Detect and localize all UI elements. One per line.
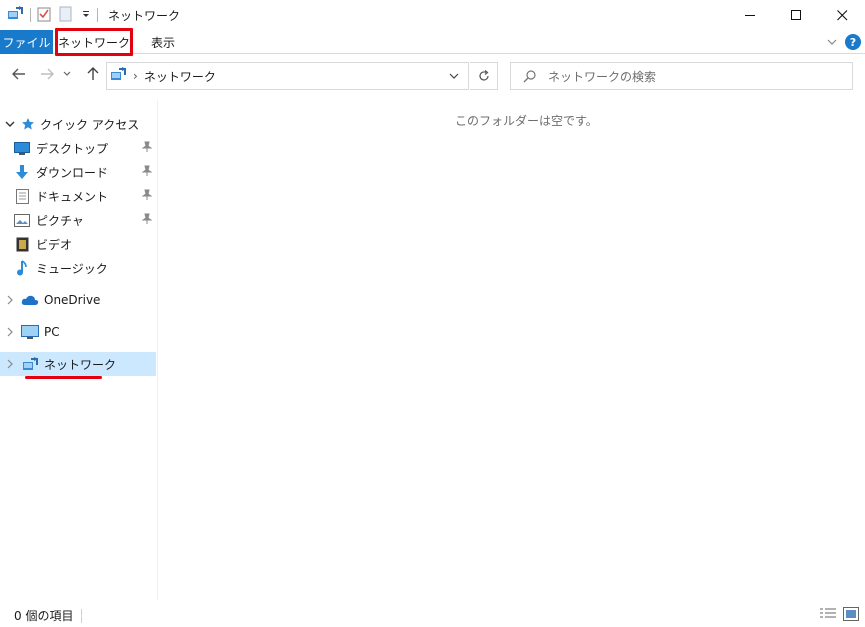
status-bar: 0 個の項目 bbox=[0, 604, 865, 627]
search-box[interactable]: ネットワークの検索 bbox=[510, 62, 853, 90]
chevron-down-icon bbox=[63, 71, 71, 76]
tree-item-desktop[interactable]: デスクトップ bbox=[0, 136, 156, 160]
pin-icon[interactable] bbox=[141, 141, 153, 156]
up-button[interactable] bbox=[82, 63, 104, 85]
help-icon[interactable]: ? bbox=[845, 34, 861, 50]
tab-view[interactable]: 表示 bbox=[140, 30, 186, 54]
empty-folder-message: このフォルダーは空です。 bbox=[455, 114, 598, 128]
new-folder-icon[interactable] bbox=[59, 6, 73, 25]
tree-label: PC bbox=[44, 325, 60, 339]
tree-item-downloads[interactable]: ダウンロード bbox=[0, 160, 156, 184]
tree-label: ミュージック bbox=[36, 261, 108, 276]
back-button[interactable] bbox=[8, 63, 30, 85]
quick-access-toolbar bbox=[0, 0, 104, 30]
recent-locations-button[interactable] bbox=[60, 63, 74, 85]
refresh-button[interactable] bbox=[470, 62, 498, 90]
details-view-icon[interactable] bbox=[819, 607, 837, 624]
tree-label: ピクチャ bbox=[36, 213, 84, 228]
chevron-right-icon[interactable] bbox=[0, 295, 20, 305]
close-button[interactable] bbox=[819, 0, 865, 30]
pictures-icon bbox=[12, 212, 32, 228]
chevron-right-icon[interactable] bbox=[0, 327, 20, 337]
highlight-underline bbox=[25, 376, 102, 379]
address-bar[interactable]: › ネットワーク bbox=[106, 62, 469, 90]
navigation-bar: › ネットワーク ネットワークの検索 bbox=[0, 58, 865, 92]
onedrive-icon bbox=[20, 292, 40, 308]
ribbon-right-controls: ? bbox=[827, 30, 861, 54]
desktop-icon bbox=[12, 140, 32, 156]
tree-item-videos[interactable]: ビデオ bbox=[0, 232, 156, 256]
pin-icon[interactable] bbox=[141, 213, 153, 228]
pc-icon bbox=[20, 324, 40, 340]
back-arrow-icon bbox=[12, 68, 25, 80]
large-icons-view-icon[interactable] bbox=[843, 607, 859, 624]
toolbar-divider bbox=[30, 8, 31, 22]
navigation-pane: クイック アクセス デスクトップ ダウンロード ドキュメント ピクチャ ビデオ bbox=[0, 100, 158, 600]
tree-pc[interactable]: PC bbox=[0, 320, 156, 344]
tab-file[interactable]: ファイル bbox=[0, 30, 53, 54]
forward-button[interactable] bbox=[36, 63, 58, 85]
customize-toolbar-icon[interactable] bbox=[81, 8, 91, 22]
network-icon bbox=[110, 67, 127, 85]
tree-network[interactable]: ネットワーク bbox=[0, 352, 156, 376]
breadcrumb-separator[interactable]: › bbox=[133, 69, 138, 83]
video-icon bbox=[12, 236, 32, 252]
music-icon bbox=[12, 260, 32, 276]
search-placeholder: ネットワークの検索 bbox=[548, 69, 657, 84]
chevron-down-icon[interactable] bbox=[0, 121, 20, 128]
title-bar: ネットワーク bbox=[0, 0, 865, 30]
toolbar-divider bbox=[97, 8, 98, 22]
tree-quick-access[interactable]: クイック アクセス bbox=[0, 112, 156, 136]
ribbon-tabs: ファイル ネットワーク 表示 ? bbox=[0, 28, 865, 56]
expand-ribbon-icon[interactable] bbox=[827, 35, 837, 49]
search-icon bbox=[523, 69, 536, 82]
window-title: ネットワーク bbox=[108, 8, 181, 23]
network-app-icon bbox=[7, 6, 24, 24]
star-icon bbox=[20, 116, 36, 132]
download-icon bbox=[12, 164, 32, 180]
tree-label: ダウンロード bbox=[36, 165, 109, 180]
tab-network[interactable]: ネットワーク bbox=[55, 28, 133, 56]
forward-arrow-icon bbox=[41, 68, 54, 80]
tree-item-pictures[interactable]: ピクチャ bbox=[0, 208, 156, 232]
minimize-button[interactable] bbox=[727, 0, 773, 30]
tree-label: クイック アクセス bbox=[40, 117, 140, 132]
properties-icon[interactable] bbox=[37, 6, 51, 25]
tree-item-music[interactable]: ミュージック bbox=[0, 256, 156, 280]
pin-icon[interactable] bbox=[141, 189, 153, 204]
tree-item-documents[interactable]: ドキュメント bbox=[0, 184, 156, 208]
window-controls bbox=[727, 0, 865, 30]
refresh-icon bbox=[478, 70, 489, 81]
view-buttons bbox=[819, 607, 859, 624]
tree-onedrive[interactable]: OneDrive bbox=[0, 288, 156, 312]
address-dropdown-button[interactable] bbox=[440, 63, 468, 89]
document-icon bbox=[12, 188, 32, 204]
tree-label: ビデオ bbox=[36, 237, 73, 252]
tree-label: OneDrive bbox=[44, 293, 101, 307]
up-arrow-icon bbox=[87, 67, 99, 80]
tree-label: ドキュメント bbox=[36, 189, 109, 204]
chevron-down-icon bbox=[449, 73, 459, 79]
tree-label: ネットワーク bbox=[44, 357, 117, 372]
maximize-button[interactable] bbox=[773, 0, 819, 30]
pin-icon[interactable] bbox=[141, 165, 153, 180]
status-divider bbox=[81, 608, 83, 623]
tree-label: デスクトップ bbox=[36, 141, 109, 156]
breadcrumb-network[interactable]: ネットワーク bbox=[144, 68, 216, 85]
chevron-right-icon[interactable] bbox=[0, 359, 20, 369]
item-count: 0 個の項目 bbox=[14, 609, 74, 623]
network-icon bbox=[20, 356, 40, 372]
